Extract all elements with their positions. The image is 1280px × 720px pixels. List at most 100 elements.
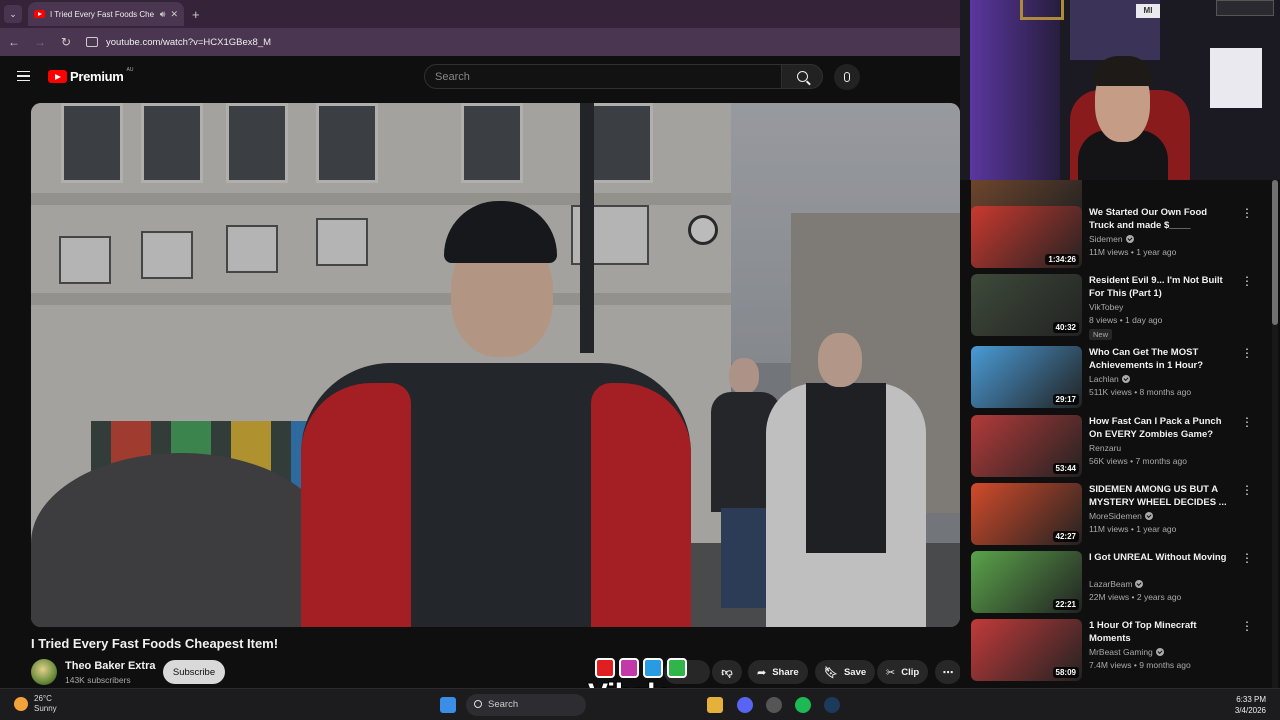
video-thumbnail[interactable]: 53:44 <box>971 415 1082 477</box>
more-options-icon[interactable]: ⋮ <box>1241 484 1253 496</box>
file-explorer-icon[interactable] <box>707 697 723 713</box>
video-duration: 1:34:26 <box>1045 254 1079 265</box>
screen: ⌄ I Tried Every Fast Foods Che 🔊︎ ✕ + ← … <box>0 0 1280 720</box>
recommended-title[interactable]: How Fast Can I Pack a Punch On EVERY Zom… <box>1089 415 1229 441</box>
recommended-meta: 8 views • 1 day ago <box>1089 315 1163 325</box>
tab-title: I Tried Every Fast Foods Che <box>50 9 155 19</box>
recommended-channel[interactable]: MrBeast Gaming <box>1089 647 1164 657</box>
steam-icon[interactable] <box>824 697 840 713</box>
menu-icon[interactable] <box>17 71 30 81</box>
recommended-video[interactable]: 22:21 I Got UNREAL Without Moving LazarBea… <box>971 551 1271 615</box>
url-text: youtube.com/watch?v=HCX1GBex8_M <box>106 36 272 48</box>
video-duration: 58:09 <box>1052 667 1079 678</box>
time: 6:33 PM <box>1236 695 1266 704</box>
more-actions-button[interactable]: ⋯ <box>935 660 961 684</box>
thumbs-down-icon: 👎︎ <box>721 666 733 679</box>
recommended-title[interactable]: We Started Our Own Food Truck and made $… <box>1089 206 1229 232</box>
recommended-channel[interactable]: Sidemen <box>1089 234 1134 244</box>
recommended-channel-name: LazarBeam <box>1089 579 1133 589</box>
spotify-icon[interactable] <box>795 697 811 713</box>
channel-avatar[interactable] <box>31 659 57 685</box>
recommended-title[interactable]: SIDEMEN AMONG US BUT A MYSTERY WHEEL DEC… <box>1089 483 1229 509</box>
channel-name[interactable]: Theo Baker Extra <box>65 660 155 672</box>
more-options-icon[interactable]: ⋮ <box>1241 620 1253 632</box>
sun-icon <box>14 697 28 711</box>
youtube-logo[interactable]: Premium AU <box>48 67 133 84</box>
video-duration: 42:27 <box>1052 531 1079 542</box>
recommended-channel[interactable]: MoreSidemen <box>1089 511 1153 521</box>
recommended-channel-name: MrBeast Gaming <box>1089 647 1153 657</box>
weather-condition: Sunny <box>34 704 57 713</box>
site-info-icon[interactable] <box>86 37 98 47</box>
video-thumbnail[interactable]: 40:32 <box>971 274 1082 336</box>
recommended-title[interactable]: 1 Hour Of Top Minecraft Moments <box>1089 619 1229 645</box>
youtube-header: Premium AU Search <box>0 56 960 98</box>
dislike-button[interactable]: 👎︎ <box>712 660 742 684</box>
more-options-icon[interactable]: ⋮ <box>1241 416 1253 428</box>
video-thumbnail[interactable]: 1:34:26 <box>971 206 1082 268</box>
youtube-play-icon <box>48 70 67 83</box>
browser-tab[interactable]: I Tried Every Fast Foods Che 🔊︎ ✕ <box>28 2 184 26</box>
recommendations-sidebar: 1:04:2155K views • 2 years ago1:34:26We … <box>960 180 1280 688</box>
share-button[interactable]: ➦ Share <box>748 660 808 684</box>
more-options-icon[interactable]: ⋮ <box>1241 552 1253 564</box>
video-thumbnail[interactable]: 42:27 <box>971 483 1082 545</box>
clip-button[interactable]: ✂ Clip <box>877 660 929 684</box>
search-icon <box>474 700 482 708</box>
video-thumbnail[interactable]: 29:17 <box>971 346 1082 408</box>
system-clock[interactable]: 6:33 PM 3/4/2026 <box>1235 694 1266 716</box>
voice-search-button[interactable] <box>834 64 860 90</box>
more-options-icon[interactable]: ⋮ <box>1241 347 1253 359</box>
verified-icon <box>1155 648 1164 656</box>
browser-tabbar: ⌄ I Tried Every Fast Foods Che 🔊︎ ✕ + <box>0 0 960 28</box>
more-options-icon[interactable]: ⋮ <box>1241 207 1253 219</box>
tab-list-button[interactable]: ⌄ <box>4 5 22 23</box>
close-tab-icon[interactable]: ✕ <box>170 9 178 20</box>
recommended-meta: 56K views • 7 months ago <box>1089 456 1187 466</box>
url-field[interactable]: youtube.com/watch?v=HCX1GBex8_M <box>86 37 271 48</box>
reload-button[interactable]: ↻ <box>60 35 72 49</box>
video-player[interactable] <box>31 103 960 627</box>
more-options-icon[interactable]: ⋮ <box>1241 275 1253 287</box>
search-button[interactable] <box>781 64 823 89</box>
recommended-video[interactable]: 29:17 Who Can Get The MOST Achievements i… <box>971 346 1271 410</box>
recommended-channel[interactable]: Renzaru <box>1089 443 1121 453</box>
video-duration: 29:17 <box>1052 394 1079 405</box>
obs-icon[interactable] <box>766 697 782 713</box>
recommended-channel-name: Renzaru <box>1089 443 1122 453</box>
video-thumbnail[interactable]: 22:21 <box>971 551 1082 613</box>
twitter-social-icon <box>643 658 663 678</box>
back-button[interactable]: ← <box>8 35 20 49</box>
speaker-icon[interactable]: 🔊︎ <box>160 9 166 20</box>
recommended-channel[interactable]: Lachlan <box>1089 374 1130 384</box>
scrollbar-thumb[interactable] <box>1272 180 1278 325</box>
search-input[interactable]: Search <box>424 64 782 89</box>
video-thumbnail[interactable]: 58:09 <box>971 619 1082 681</box>
recommended-title[interactable]: I Got UNREAL Without Moving <box>1089 551 1229 564</box>
recommended-title[interactable]: Who Can Get The MOST Achievements in 1 H… <box>1089 346 1229 372</box>
subscriber-count: 143K subscribers <box>65 675 131 685</box>
recommended-video[interactable]: 53:44 How Fast Can I Pack a Punch On EVER… <box>971 415 1271 479</box>
recommended-title[interactable]: Resident Evil 9... I'm Not Built For Thi… <box>1089 274 1229 300</box>
webcam-overlay: MI <box>960 0 1280 180</box>
weather-widget[interactable]: 26°C Sunny <box>14 694 57 714</box>
share-label: Share <box>772 666 799 678</box>
forward-button[interactable]: → <box>34 35 46 49</box>
discord-icon[interactable] <box>737 697 753 713</box>
recommended-video[interactable]: 58:09 1 Hour Of Top Minecraft Moments MrBe… <box>971 619 1271 683</box>
address-bar: ← → ↻ youtube.com/watch?v=HCX1GBex8_M <box>0 28 960 56</box>
taskbar-search[interactable]: Search <box>466 694 586 716</box>
sidebar-scrollbar[interactable] <box>1272 180 1278 688</box>
recommended-video[interactable]: 40:32 Resident Evil 9... I'm Not Built Fo… <box>971 274 1271 340</box>
save-button[interactable]: 🔖︎ Save <box>815 660 876 684</box>
recommended-channel[interactable]: LazarBeam <box>1089 579 1144 589</box>
start-icon[interactable] <box>440 697 456 713</box>
youtube-favicon-icon <box>34 10 45 18</box>
recommended-channel[interactable]: VikTobey <box>1089 302 1123 312</box>
recommended-video[interactable]: 1:34:26 We Started Our Own Food Truck and… <box>971 206 1271 270</box>
new-tab-button[interactable]: + <box>192 7 200 22</box>
recommended-video[interactable]: 42:27 SIDEMEN AMONG US BUT A MYSTERY WHEE… <box>971 483 1271 547</box>
youtube-social-icon <box>595 658 615 678</box>
kick-social-icon <box>667 658 687 678</box>
subscribe-button[interactable]: Subscribe <box>163 660 225 684</box>
